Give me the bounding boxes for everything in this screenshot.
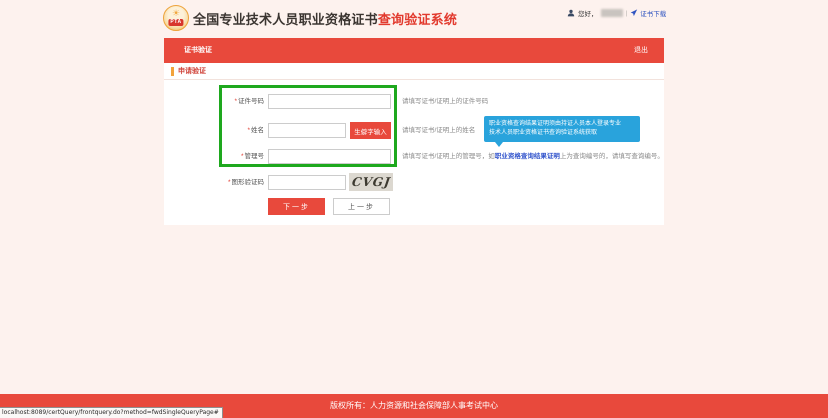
user-icon (567, 9, 575, 17)
section-header: 申请验证 (164, 63, 664, 80)
status-url-text: localhost:8089/certQuery/frontquery.do?m… (2, 409, 219, 416)
paper-plane-icon (630, 9, 638, 17)
query-result-cert-link[interactable]: 职业资格查询结果证明 (495, 153, 560, 160)
site-title-accent: 查询验证系统 (378, 12, 457, 27)
name-input[interactable] (268, 123, 346, 138)
site-title-main: 全国专业技术人员职业资格证书 (193, 12, 378, 27)
next-step-button[interactable]: 下一步 (268, 198, 325, 215)
required-marker: * (234, 98, 237, 105)
id-number-input[interactable] (268, 94, 391, 109)
user-info-bar: 您好， | 证书下载 (567, 8, 666, 18)
site-title: 全国专业技术人员职业资格证书查询验证系统 (193, 9, 457, 28)
section-marker-bar (171, 67, 174, 76)
required-marker: * (241, 153, 244, 160)
captcha-text: CVGJ (350, 173, 391, 191)
captcha-image[interactable]: CVGJ (349, 173, 393, 191)
separator: | (626, 10, 628, 17)
section-title: 申请验证 (178, 63, 206, 80)
main-nav: 证书验证 退出 (164, 38, 664, 63)
form-row-id-number: *证件号码 请填写证书/证明上的证件号码 (164, 93, 664, 110)
manage-number-hint: 请填写证书/证明上的管理号，如职业资格查询结果证明上为查询编号的，请填写查询编号… (402, 148, 664, 165)
rare-character-input-button[interactable]: 生僻字输入 (350, 122, 391, 139)
pta-logo-icon: ☀ PTA (163, 5, 189, 31)
name-label: *姓名 (164, 122, 264, 139)
captcha-label: *图形验证码 (164, 174, 264, 191)
tooltip-arrow (495, 142, 503, 147)
tooltip-line2: 技术人员职业资格证书查询验证系统获取 (489, 129, 635, 138)
content-panel: 申请验证 *证件号码 请填写证书/证明上的证件号码 *姓名 生僻字输入 请填写证… (164, 63, 664, 225)
name-hint: 请填写证书/证明上的姓名 (402, 122, 475, 139)
id-number-label: *证件号码 (164, 93, 264, 110)
logout-button[interactable]: 退出 (634, 38, 648, 63)
logo-banner-text: PTA (168, 19, 183, 26)
required-marker: * (228, 179, 231, 186)
logo-star-glyph: ☀ (172, 9, 180, 18)
manage-number-label: *管理号 (164, 148, 264, 165)
id-number-hint: 请填写证书/证明上的证件号码 (402, 93, 488, 110)
form-row-manage-number: *管理号 请填写证书/证明上的管理号，如职业资格查询结果证明上为查询编号的，请填… (164, 148, 664, 165)
censored-username (601, 9, 623, 17)
page: ☀ PTA 全国专业技术人员职业资格证书查询验证系统 您好， | 证书下载 证书… (0, 0, 828, 418)
copyright-text: 版权所有：人力资源和社会保障部人事考试中心 (330, 401, 498, 410)
prev-step-button[interactable]: 上一步 (333, 198, 390, 215)
tooltip-line1: 职业资格查询结果证明须由持证人员本人登录专业 (489, 120, 635, 129)
required-marker: * (247, 127, 250, 134)
form-row-captcha: *图形验证码 CVGJ (164, 174, 664, 191)
browser-status-bar: localhost:8089/certQuery/frontquery.do?m… (0, 407, 223, 418)
cert-download-label: 证书下载 (640, 8, 666, 18)
greeting-text: 您好， (578, 8, 598, 18)
captcha-input[interactable] (268, 175, 346, 190)
info-tooltip: 职业资格查询结果证明须由持证人员本人登录专业 技术人员职业资格证书查询验证系统获… (484, 116, 640, 142)
brand-header: ☀ PTA 全国专业技术人员职业资格证书查询验证系统 (163, 5, 457, 31)
manage-number-input[interactable] (268, 149, 391, 164)
tab-cert-verify[interactable]: 证书验证 (184, 38, 212, 63)
cert-download-link[interactable]: 证书下载 (630, 8, 666, 18)
